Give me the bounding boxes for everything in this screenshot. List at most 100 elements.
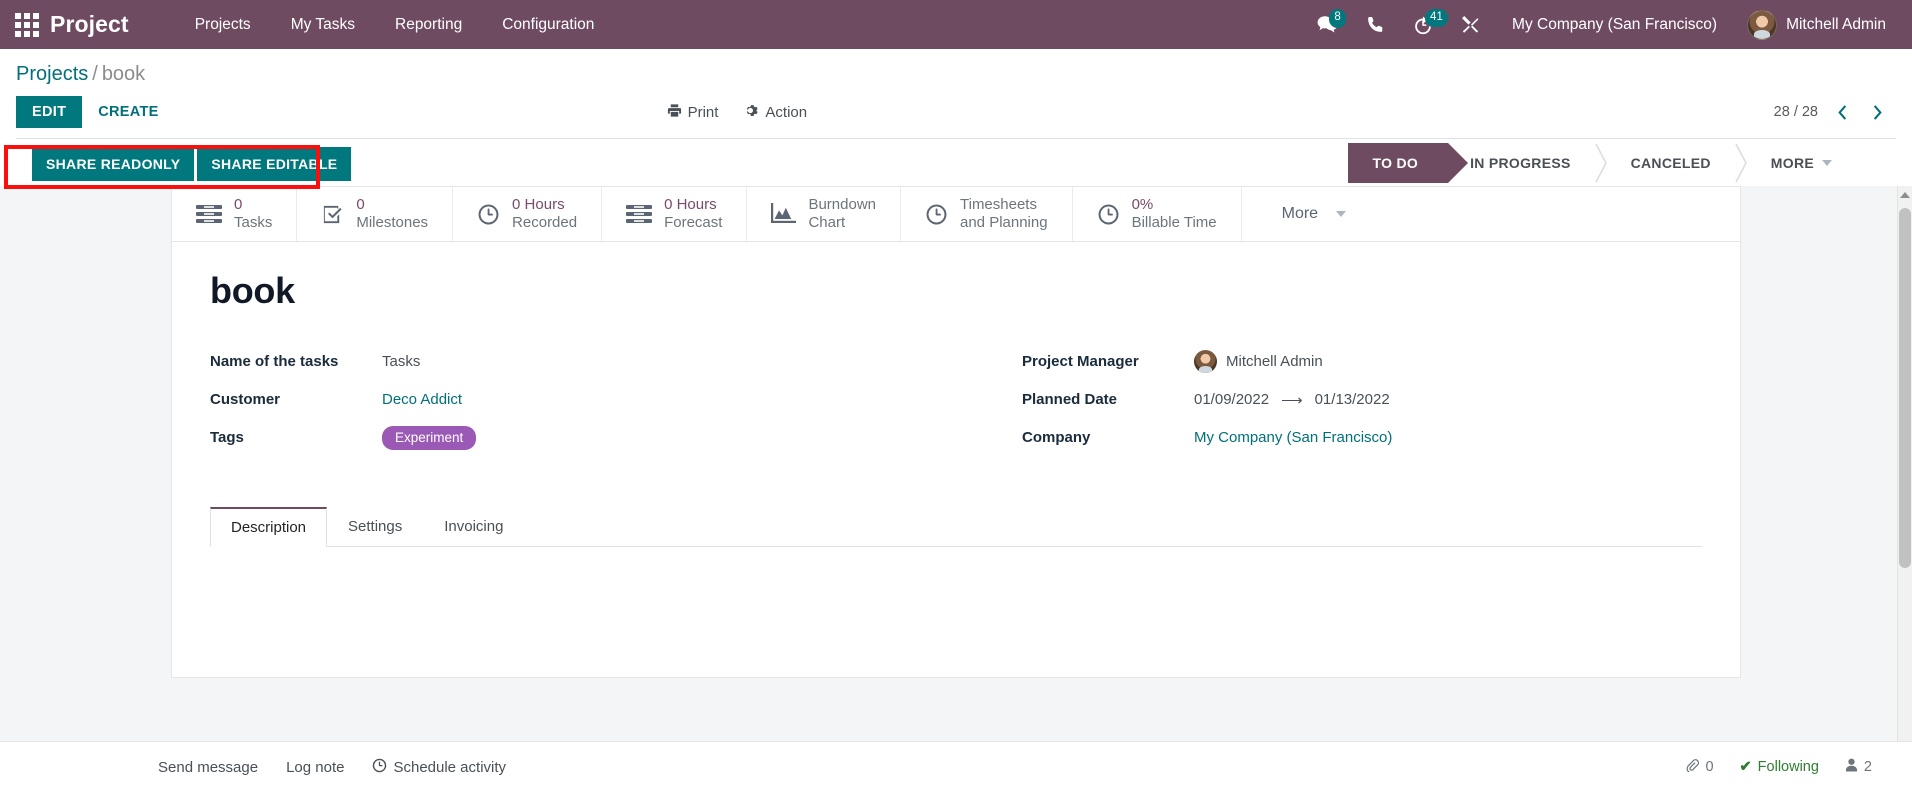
stat-value: Burndown — [808, 195, 876, 213]
stat-button-more[interactable]: More — [1242, 187, 1386, 241]
status-bar: TO DO IN PROGRESS CANCELED MORE — [1348, 139, 1880, 186]
status-stage-more-label: MORE — [1770, 154, 1814, 171]
attachments-counter[interactable]: 0 — [1685, 758, 1714, 776]
breadcrumb-current: book — [101, 63, 146, 85]
form-column-right: Project Manager Mitchell Admin Planned D… — [956, 346, 1702, 460]
edit-button[interactable]: EDIT — [16, 96, 83, 128]
field-planned-date: Planned Date 01/09/2022 ⟶ 01/13/2022 — [1022, 384, 1702, 415]
clock-icon — [1097, 203, 1120, 226]
print-label: Print — [687, 103, 719, 121]
stat-button-burndown-chart[interactable]: Burndown Chart — [747, 187, 901, 241]
print-button[interactable]: Print — [667, 103, 719, 122]
menu-item-configuration[interactable]: Configuration — [482, 2, 614, 48]
user-name: Mitchell Admin — [1786, 15, 1886, 33]
form-view-body: 0 Tasks 0 Milestones 0 Hours Recorded 0 … — [0, 186, 1912, 741]
scroll-up-arrow-icon[interactable] — [1900, 192, 1910, 198]
attachment-count: 0 — [1705, 759, 1714, 775]
list-lines-icon — [196, 204, 222, 224]
notebook-page-description[interactable] — [210, 547, 1702, 647]
page-title: book — [210, 270, 295, 311]
status-stage-canceled[interactable]: CANCELED — [1609, 143, 1733, 183]
action-label: Action — [765, 103, 808, 121]
navbar-right-group: 8 41 My Company (San Francisco) Mitchell… — [1303, 2, 1890, 48]
log-note-button[interactable]: Log note — [286, 759, 344, 776]
pager-count: 28 / 28 — [1773, 104, 1818, 120]
arrow-right-icon: ⟶ — [1281, 391, 1303, 409]
menu-item-reporting[interactable]: Reporting — [375, 2, 482, 48]
stat-value: 0 — [356, 195, 365, 213]
stat-button-hours-forecast[interactable]: 0 Hours Forecast — [602, 187, 748, 241]
stat-label: Milestones — [356, 214, 429, 231]
status-stage-to-do[interactable]: TO DO — [1348, 142, 1468, 183]
stat-label: Tasks — [234, 214, 273, 231]
stat-label: Forecast — [664, 214, 723, 231]
printer-icon — [667, 103, 682, 122]
field-label: Project Manager — [1022, 353, 1139, 370]
field-value-link[interactable]: My Company (San Francisco) — [1194, 429, 1392, 446]
project-manager-name[interactable]: Mitchell Admin — [1226, 353, 1323, 370]
field-value[interactable]: Tasks — [382, 353, 420, 370]
stat-button-billable-time[interactable]: 0% Billable Time — [1073, 187, 1242, 241]
user-menu[interactable]: Mitchell Admin — [1735, 4, 1890, 46]
stat-value: 0 Hours — [664, 195, 717, 213]
planned-date-start[interactable]: 01/09/2022 — [1194, 391, 1269, 408]
stat-label: Recorded — [512, 214, 578, 231]
menu-item-projects[interactable]: Projects — [175, 2, 271, 48]
field-name-of-the-tasks: Name of the tasks Tasks — [210, 346, 956, 377]
field-company: Company My Company (San Francisco) — [1022, 422, 1702, 453]
clock-activity-icon[interactable]: 41 — [1399, 7, 1448, 43]
apps-grid-icon[interactable] — [10, 8, 44, 42]
breadcrumb-root[interactable]: Projects — [16, 63, 88, 85]
tab-description[interactable]: Description — [210, 507, 328, 547]
scrollbar-thumb[interactable] — [1899, 208, 1911, 568]
field-tags: Tags Experiment — [210, 422, 956, 453]
schedule-activity-button[interactable]: Schedule activity — [372, 758, 506, 777]
activity-badge: 41 — [1425, 8, 1448, 27]
crossed-tools-icon[interactable] — [1447, 7, 1494, 42]
pager: 28 / 28 — [1774, 104, 1896, 121]
field-label: Company — [1022, 429, 1091, 446]
control-panel-buttons: EDIT CREATE Print Action 28 / 28 — [16, 92, 1896, 138]
create-button[interactable]: CREATE — [82, 96, 174, 128]
phone-icon[interactable] — [1352, 7, 1399, 42]
pager-next-button[interactable] — [1867, 104, 1888, 121]
menu-item-my-tasks[interactable]: My Tasks — [271, 2, 375, 48]
status-stage-in-progress[interactable]: IN PROGRESS — [1448, 143, 1593, 183]
stat-label: Chart — [808, 214, 846, 231]
paperclip-icon — [1685, 758, 1700, 776]
followers-counter[interactable]: 2 — [1845, 758, 1872, 776]
messages-icon[interactable]: 8 — [1303, 7, 1352, 42]
notebook-tabs: Description Settings Invoicing — [210, 506, 1702, 547]
followers-count: 2 — [1863, 759, 1872, 775]
app-brand-project[interactable]: Project — [50, 11, 129, 38]
stat-value: 0% — [1131, 195, 1154, 213]
vertical-scrollbar[interactable] — [1897, 186, 1912, 741]
send-message-button[interactable]: Send message — [158, 759, 258, 776]
chatter-actions: Send message Log note Schedule activity — [158, 758, 506, 777]
planned-date-end[interactable]: 01/13/2022 — [1315, 391, 1390, 408]
area-chart-icon — [771, 203, 797, 225]
following-button[interactable]: ✔ Following — [1740, 759, 1819, 775]
status-stage-more[interactable]: MORE — [1749, 143, 1854, 183]
stat-button-hours-recorded[interactable]: 0 Hours Recorded — [453, 187, 603, 241]
tab-invoicing[interactable]: Invoicing — [423, 507, 524, 547]
company-selector[interactable]: My Company (San Francisco) — [1494, 2, 1735, 48]
tab-settings[interactable]: Settings — [327, 507, 423, 547]
field-label: Tags — [210, 429, 244, 446]
action-button[interactable]: Action — [744, 103, 807, 122]
tag-experiment[interactable]: Experiment — [382, 425, 477, 450]
stat-buttons-bar: 0 Tasks 0 Milestones 0 Hours Recorded 0 … — [171, 186, 1741, 242]
clock-icon — [925, 203, 948, 226]
field-value-link[interactable]: Deco Addict — [382, 391, 462, 408]
field-project-manager: Project Manager Mitchell Admin — [1022, 346, 1702, 377]
share-readonly-button[interactable]: SHARE READONLY — [32, 146, 195, 181]
share-editable-button[interactable]: SHARE EDITABLE — [197, 146, 352, 181]
pager-previous-button[interactable] — [1832, 104, 1853, 121]
messages-badge: 8 — [1329, 9, 1347, 28]
chevron-right-icon — [1733, 143, 1749, 183]
stat-button-tasks[interactable]: 0 Tasks — [172, 187, 298, 241]
caret-down-icon — [1822, 159, 1832, 166]
stat-button-milestones[interactable]: 0 Milestones — [297, 187, 454, 241]
stat-value: Timesheets — [960, 195, 1037, 213]
stat-button-timesheets-and-planning[interactable]: Timesheets and Planning — [901, 187, 1073, 241]
